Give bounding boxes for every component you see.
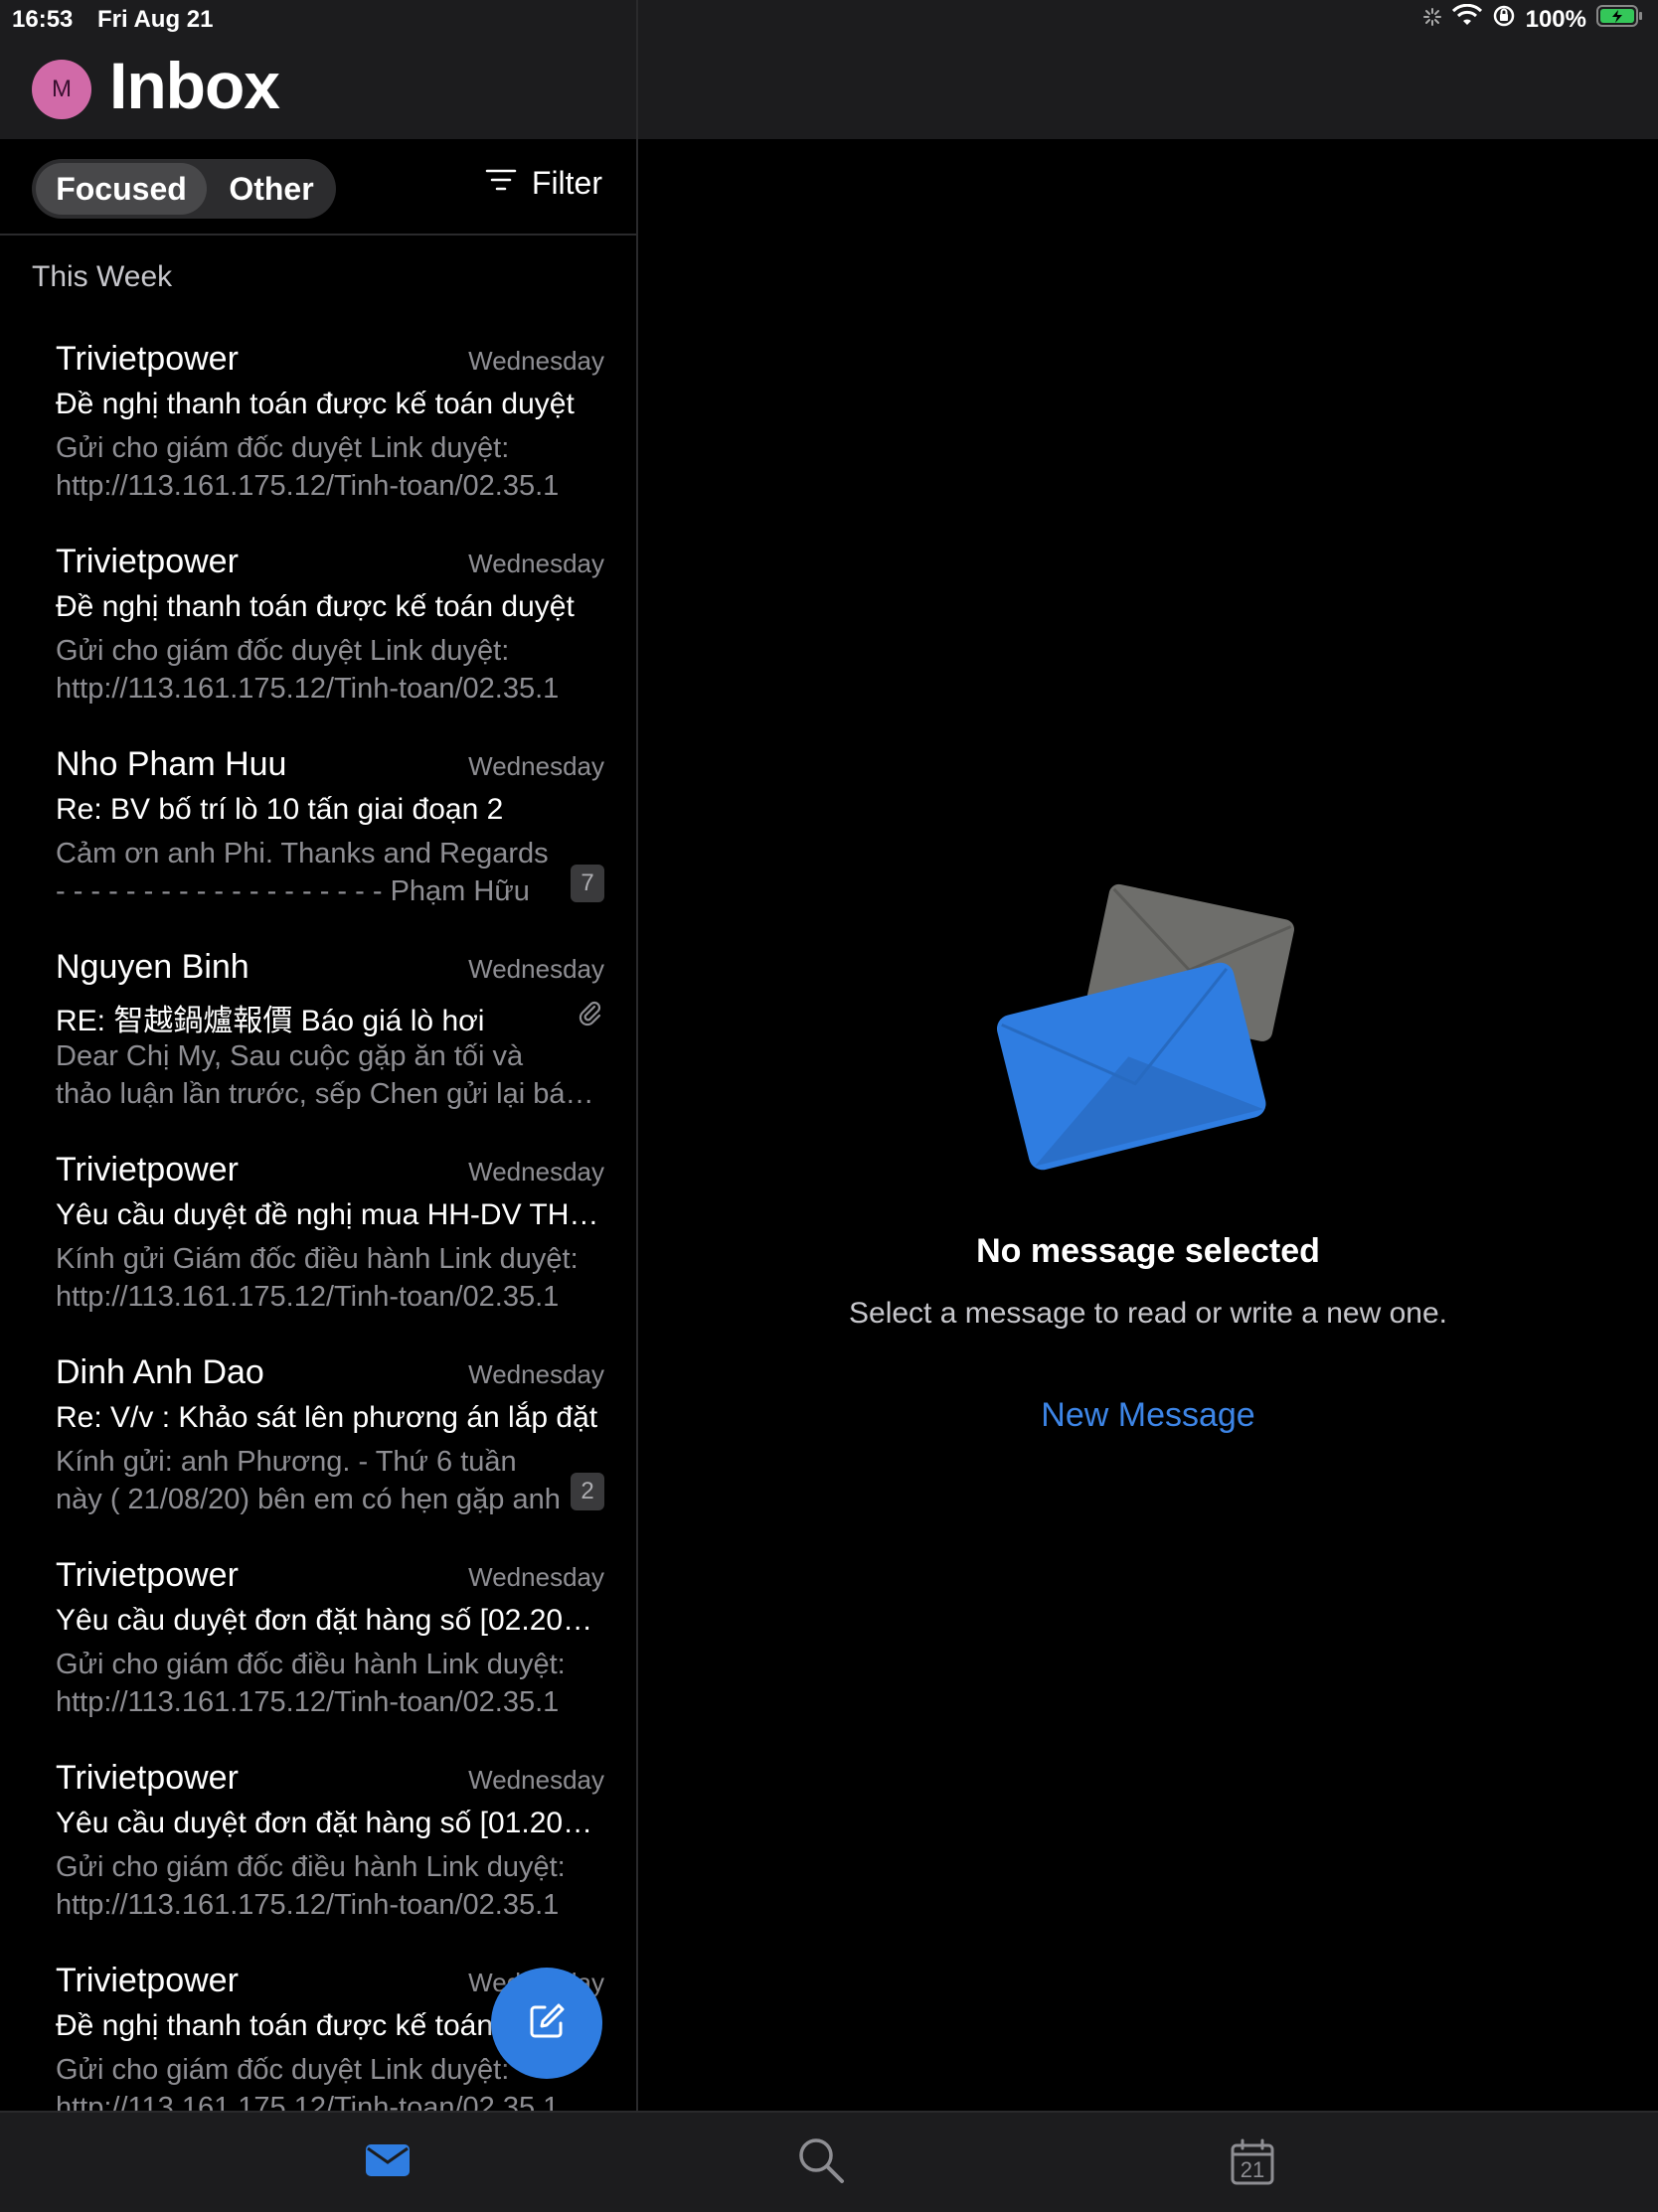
message-date: Wednesday [468, 1765, 604, 1795]
message-sender: Trivietpower [56, 1151, 239, 1188]
list-item[interactable]: Trivietpower Wednesday Yêu cầu duyệt đơn… [0, 1546, 636, 1749]
empty-state-action: New Message [638, 1396, 1658, 1435]
message-list: Trivietpower Wednesday Đề nghị thanh toá… [0, 330, 636, 2111]
battery-percent: 100% [1525, 5, 1586, 33]
preview-line: Gửi cho giám đốc duyệt Link duyệt: [56, 432, 510, 464]
message-subject: Re: BV bố trí lò 10 tấn giai đoạn 2 [56, 793, 504, 826]
message-subject: Yêu cầu duyệt đề nghị mua HH-DV THỰC [56, 1198, 600, 1231]
message-sender: Trivietpower [56, 543, 239, 580]
message-list-pane: Focused Other Filter This Week Trivietpo… [0, 139, 636, 2111]
list-item[interactable]: Trivietpower Wednesday Yêu cầu duyệt đề … [0, 1141, 636, 1343]
message-date: Wednesday [468, 1359, 604, 1389]
tab-search[interactable] [791, 2134, 851, 2190]
status-indicators: 100% [1422, 3, 1644, 35]
message-subject: Đề nghị thanh toán được kế toán duyệt [56, 590, 575, 623]
message-preview: Cảm ơn anh Phi. Thanks and Regards - - -… [56, 835, 565, 910]
paperclip-icon [575, 998, 604, 1032]
status-date: Fri Aug 21 [97, 6, 214, 33]
search-icon [796, 2135, 846, 2190]
envelopes-illustration [994, 874, 1302, 1178]
tab-bar: 21 [0, 2111, 1658, 2212]
message-preview: Gửi cho giám đốc điều hành Link duyệt: h… [56, 1848, 604, 1924]
filter-icon [484, 165, 518, 202]
thread-count-badge: 2 [571, 1473, 604, 1510]
message-sender: Trivietpower [56, 1556, 239, 1594]
message-preview: Dear Chị My, Sau cuộc gặp ăn tối và thảo… [56, 1037, 604, 1113]
avatar[interactable]: M [32, 60, 91, 119]
inbox-segmented-control: Focused Other [32, 159, 336, 219]
page-title: Inbox [109, 49, 280, 122]
message-preview: Kính gửi: anh Phương. - Thứ 6 tuần này (… [56, 1443, 565, 1518]
preview-line: http://113.161.175.12/Tinh-toan/02.35.1 [56, 1281, 560, 1313]
message-sender: Trivietpower [56, 1759, 239, 1797]
message-date: Wednesday [468, 751, 604, 781]
empty-state-subtitle: Select a message to read or write a new … [849, 1297, 1447, 1330]
new-message-link[interactable]: New Message [1041, 1396, 1254, 1434]
message-preview: Gửi cho giám đốc duyệt Link duyệt: http:… [56, 429, 604, 505]
status-bar: 16:53 Fri Aug 21 100% [0, 0, 1658, 40]
tab-focused[interactable]: Focused [36, 163, 207, 215]
filter-button[interactable]: Filter [484, 165, 602, 202]
status-time: 16:53 [12, 6, 74, 33]
preview-line: http://113.161.175.12/Tinh-toan/02.35.1 [56, 673, 560, 705]
message-subject: Yêu cầu duyệt đơn đặt hàng số [02.2020] [56, 1604, 600, 1637]
message-date: Wednesday [468, 1157, 604, 1186]
compose-icon [525, 1999, 569, 2048]
preview-line: Gửi cho giám đốc duyệt Link duyệt: [56, 635, 510, 667]
tab-other[interactable]: Other [213, 163, 330, 215]
compose-button[interactable] [491, 1968, 602, 2079]
divider [0, 234, 636, 236]
list-item[interactable]: Trivietpower Wednesday Đề nghị thanh toá… [0, 533, 636, 735]
message-sender: Nguyen Binh [56, 948, 249, 986]
preview-line: này ( 21/08/20) bên em có hẹn gặp anh [56, 1484, 561, 1515]
message-date: Wednesday [468, 1562, 604, 1592]
thread-count-badge: 7 [571, 865, 604, 902]
preview-line: Kính gửi Giám đốc điều hành Link duyệt: [56, 1243, 579, 1275]
filter-label: Filter [531, 165, 602, 201]
message-preview: Kính gửi Giám đốc điều hành Link duyệt: … [56, 1240, 604, 1316]
message-subject: Đề nghị thanh toán được kế toán duyệt [56, 388, 575, 420]
list-item[interactable]: Trivietpower Wednesday Yêu cầu duyệt đơn… [0, 1749, 636, 1952]
preview-line: http://113.161.175.12/Tinh-toan/02.35.1 [56, 1686, 560, 1718]
preview-line: Gửi cho giám đốc điều hành Link duyệt: [56, 1649, 566, 1680]
preview-line: http://113.161.175.12/Tinh-toan/02.35.1 [56, 470, 560, 502]
calendar-day: 21 [1240, 2157, 1265, 2182]
message-preview: Gửi cho giám đốc điều hành Link duyệt: h… [56, 1646, 604, 1721]
calendar-icon: 21 [1230, 2138, 1275, 2186]
preview-line: http://113.161.175.12/Tinh-toan/02.35.1 [56, 1889, 560, 1921]
mail-icon [364, 2140, 412, 2185]
message-date: Wednesday [468, 549, 604, 578]
section-header: This Week [32, 260, 173, 293]
list-item[interactable]: Trivietpower Wednesday Đề nghị thanh toá… [0, 330, 636, 533]
message-sender: Trivietpower [56, 340, 239, 378]
preview-line: http://113.161.175.12/Tinh-toan/02.35.1 [56, 2092, 560, 2111]
battery-icon [1596, 4, 1644, 35]
preview-line: Kính gửi: anh Phương. - Thứ 6 tuần [56, 1446, 517, 1478]
wifi-icon [1451, 3, 1482, 35]
activity-icon [1422, 6, 1442, 34]
message-subject: RE: 智越鍋爐報價 Báo giá lò hơi [56, 1005, 485, 1037]
preview-line: Cảm ơn anh Phi. Thanks and Regards [56, 838, 549, 869]
message-sender: Dinh Anh Dao [56, 1353, 264, 1391]
empty-state-title: No message selected [976, 1232, 1320, 1270]
orientation-lock-icon [1492, 4, 1516, 35]
tab-calendar[interactable]: 21 [1223, 2134, 1282, 2190]
message-preview: Gửi cho giám đốc duyệt Link duyệt: http:… [56, 632, 604, 708]
message-date: Wednesday [468, 346, 604, 376]
preview-line: Gửi cho giám đốc điều hành Link duyệt: [56, 1851, 566, 1883]
list-item[interactable]: Dinh Anh Dao Wednesday Re: V/v : Khảo sá… [0, 1343, 636, 1546]
list-item[interactable]: Nguyen Binh Wednesday RE: 智越鍋爐報價 Báo giá… [0, 938, 636, 1141]
message-subject: Yêu cầu duyệt đơn đặt hàng số [01.2020] [56, 1807, 600, 1839]
tab-mail[interactable] [358, 2134, 417, 2190]
preview-line: - - - - - - - - - - - - - - - - - - - Ph… [56, 875, 530, 907]
message-date: Wednesday [468, 954, 604, 984]
message-sender: Trivietpower [56, 1962, 239, 1999]
message-subject: Re: V/v : Khảo sát lên phương án lắp đặt [56, 1401, 598, 1434]
preview-line: thảo luận lần trước, sếp Chen gửi lại bá… [56, 1078, 604, 1110]
preview-line: Dear Chị My, Sau cuộc gặp ăn tối và [56, 1040, 524, 1072]
message-sender: Nho Pham Huu [56, 745, 287, 783]
top-bar: 16:53 Fri Aug 21 100% M Inbox [0, 0, 1658, 139]
list-item[interactable]: Nho Pham Huu Wednesday Re: BV bố trí lò … [0, 735, 636, 938]
